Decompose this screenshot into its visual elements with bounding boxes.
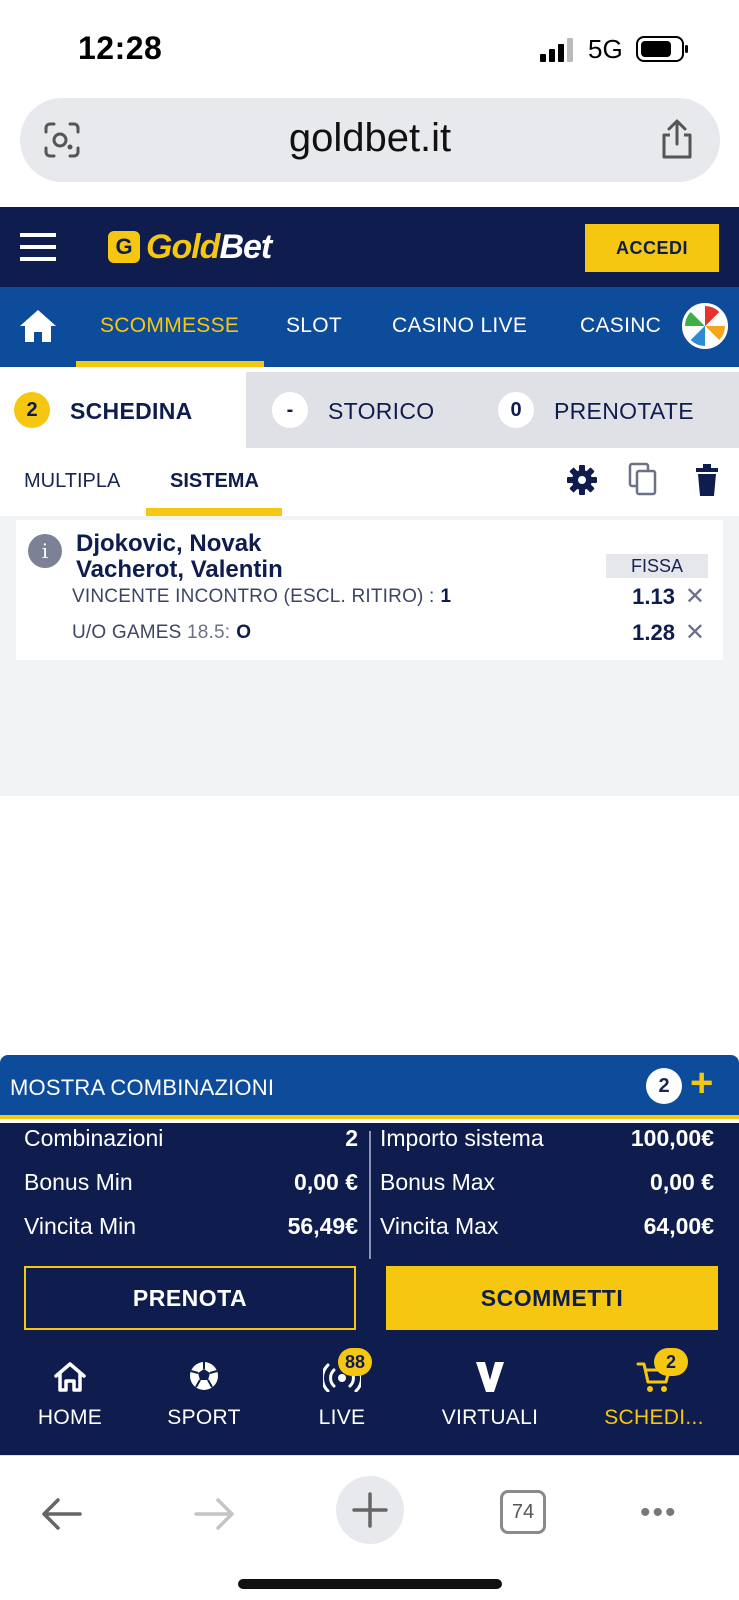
bottom-nav-schedina[interactable]: 2 SCHEDI... xyxy=(584,1334,724,1454)
remove-selection-icon[interactable]: ✕ xyxy=(685,582,705,611)
summary-label: Importo sistema xyxy=(380,1125,544,1151)
bottom-nav-sport[interactable]: SPORT xyxy=(134,1334,274,1454)
summary-label: Vincita Min xyxy=(24,1213,137,1239)
bottom-nav-label: HOME xyxy=(37,1406,103,1429)
home-icon[interactable] xyxy=(18,307,58,345)
nav-item-casino[interactable]: CASINC xyxy=(580,314,661,338)
address-bar[interactable]: goldbet.it xyxy=(20,98,720,182)
logo-mark: G xyxy=(108,231,140,263)
active-tab-indicator xyxy=(76,361,264,367)
bottom-nav: HOME SPORT 88 LIVE VIRTUALI 2 SCHEDI... xyxy=(0,1334,739,1454)
house-icon xyxy=(54,1362,86,1392)
summary-label: Bonus Min xyxy=(24,1169,133,1195)
back-arrow-icon[interactable] xyxy=(38,1494,84,1534)
summary-value: 0,00 € xyxy=(650,1169,714,1195)
info-icon[interactable]: i xyxy=(28,534,62,568)
summary-value: 2 xyxy=(345,1125,358,1151)
status-time: 12:28 xyxy=(78,30,163,66)
hamburger-menu-icon[interactable] xyxy=(20,231,56,263)
selection-market: VINCENTE INCONTRO (ESCL. RITIRO) : xyxy=(72,586,435,607)
home-indicator xyxy=(238,1579,502,1589)
logo-text-gold: Gold xyxy=(146,227,220,266)
bottom-nav-virtuali[interactable]: VIRTUALI xyxy=(420,1334,560,1454)
live-count-badge: 88 xyxy=(338,1348,372,1376)
scommetti-button[interactable]: SCOMMETTI xyxy=(386,1266,718,1330)
tab-storico-label: STORICO xyxy=(328,398,435,424)
selection-pick: O xyxy=(236,622,252,643)
nav-item-scommesse[interactable]: SCOMMESSE xyxy=(100,314,239,338)
tab-schedina-label: SCHEDINA xyxy=(70,398,193,424)
bottom-nav-home[interactable]: HOME xyxy=(0,1334,140,1454)
tab-prenotate-label: PRENOTATE xyxy=(554,398,694,424)
schedina-cart-badge: 2 xyxy=(654,1348,688,1376)
soccer-ball-icon xyxy=(190,1362,218,1390)
tab-sistema[interactable]: SISTEMA xyxy=(170,470,259,493)
selection-odd: 1.28 xyxy=(632,620,675,645)
combinations-count-badge: 2 xyxy=(646,1068,682,1104)
prenotate-badge: 0 xyxy=(498,392,534,428)
status-bar: 12:28 5G xyxy=(0,0,739,92)
bottom-nav-label: SPORT xyxy=(167,1406,241,1429)
summary-label: Bonus Max xyxy=(380,1169,496,1195)
player-two: Vacherot, Valentin xyxy=(76,556,283,583)
selection-odd: 1.13 xyxy=(632,584,675,609)
nav-item-slot[interactable]: SLOT xyxy=(286,314,342,338)
prenota-button[interactable]: PRENOTA xyxy=(24,1266,356,1330)
share-icon[interactable] xyxy=(658,118,696,160)
plus-icon[interactable]: + xyxy=(690,1061,713,1106)
bottom-nav-label: LIVE xyxy=(318,1406,366,1429)
virtual-v-icon xyxy=(476,1362,504,1392)
remove-selection-icon[interactable]: ✕ xyxy=(685,618,705,647)
nav-item-casino-live[interactable]: CASINO LIVE xyxy=(392,314,527,338)
goldbet-logo[interactable]: G Gold Bet xyxy=(108,225,272,269)
selection-row: VINCENTE INCONTRO (ESCL. RITIRO) :1 xyxy=(72,586,451,608)
bet-slip-area: i Djokovic, Novak Vacherot, Valentin FIS… xyxy=(0,516,739,796)
summary-value: 56,49€ xyxy=(287,1213,358,1239)
cellular-signal-icon xyxy=(540,38,573,62)
selection-line: 18.5: xyxy=(186,622,231,643)
wheel-icon[interactable] xyxy=(682,303,728,349)
player-one: Djokovic, Novak xyxy=(76,530,262,557)
gear-icon[interactable] xyxy=(566,464,598,496)
browser-toolbar: 74 ••• xyxy=(0,1455,739,1600)
forward-arrow-icon[interactable] xyxy=(192,1494,238,1534)
selection-market: U/O GAMES xyxy=(72,622,182,643)
plus-icon xyxy=(352,1492,388,1528)
bet-type-tabs: MULTIPLA SISTEMA xyxy=(0,448,739,516)
new-tab-button[interactable] xyxy=(336,1476,404,1544)
summary-divider xyxy=(369,1131,371,1259)
show-combinations-bar[interactable]: MOSTRA COMBINAZIONI 2 + xyxy=(0,1055,739,1119)
bottom-nav-label: VIRTUALI xyxy=(441,1406,539,1429)
slip-tabs: 2 SCHEDINA - STORICO 0 PRENOTATE xyxy=(0,372,739,448)
summary-value: 100,00€ xyxy=(630,1125,714,1151)
summary-value: 64,00€ xyxy=(643,1213,714,1239)
sistema-active-indicator xyxy=(146,508,282,516)
url-text: goldbet.it xyxy=(288,116,452,160)
selection-pick: 1 xyxy=(440,586,452,607)
bottom-nav-label: SCHEDI... xyxy=(604,1406,704,1429)
main-nav: SCOMMESSE SLOT CASINO LIVE CASINC xyxy=(0,287,739,367)
network-type: 5G xyxy=(588,34,623,64)
bottom-nav-live[interactable]: 88 LIVE xyxy=(272,1334,412,1454)
copy-icon[interactable] xyxy=(628,462,658,496)
fissa-badge[interactable]: FISSA xyxy=(606,554,708,578)
battery-icon xyxy=(636,36,688,62)
tab-schedina[interactable]: 2 SCHEDINA xyxy=(0,372,246,448)
logo-text-bet: Bet xyxy=(219,227,272,266)
tab-switcher-button[interactable]: 74 xyxy=(500,1490,546,1534)
selection-row: U/O GAMES 18.5: O xyxy=(72,622,251,644)
show-combinations-label: MOSTRA COMBINAZIONI xyxy=(10,1075,275,1100)
tab-multipla[interactable]: MULTIPLA xyxy=(24,470,120,493)
schedina-count-badge: 2 xyxy=(14,392,50,428)
bet-event-card: i Djokovic, Novak Vacherot, Valentin FIS… xyxy=(16,520,723,660)
login-button[interactable]: ACCEDI xyxy=(585,224,719,272)
summary-label: Vincita Max xyxy=(380,1213,499,1239)
more-options-icon[interactable]: ••• xyxy=(640,1496,678,1530)
summary-value: 0,00 € xyxy=(294,1169,358,1195)
site-header: G Gold Bet ACCEDI xyxy=(0,207,739,287)
trash-icon[interactable] xyxy=(694,464,720,496)
summary-label: Combinazioni xyxy=(24,1125,164,1151)
storico-badge: - xyxy=(272,392,308,428)
